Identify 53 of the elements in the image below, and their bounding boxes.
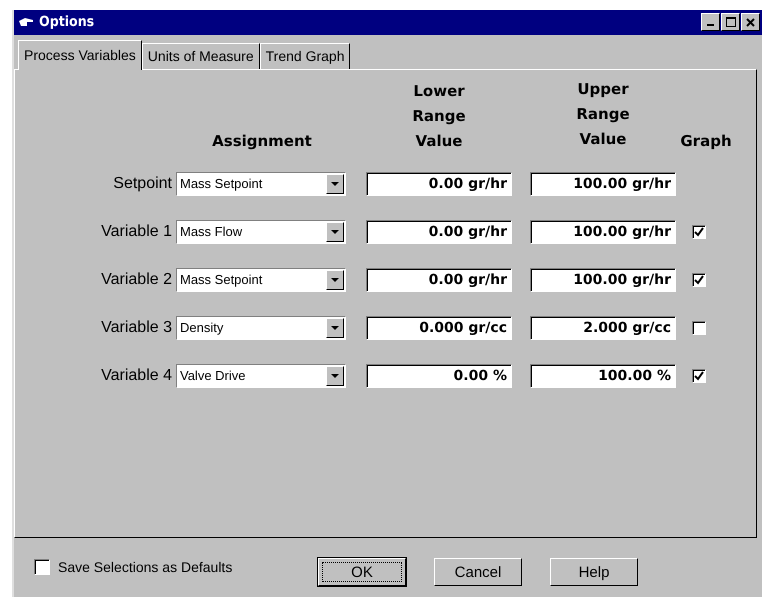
- assignment-dropdown[interactable]: Mass Setpoint: [176, 268, 346, 292]
- lower-range-field[interactable]: 0.00 %: [366, 364, 512, 388]
- minimize-button[interactable]: [701, 13, 720, 32]
- dropdown-button[interactable]: [326, 318, 344, 338]
- row-label: Variable 1: [100, 222, 173, 242]
- caret-icon: [331, 374, 339, 378]
- lower-range-field[interactable]: 0.00 gr/hr: [366, 268, 512, 292]
- close-button[interactable]: [741, 13, 760, 32]
- tab[interactable]: Units of Measure: [142, 42, 260, 69]
- lower-range-field[interactable]: 0.00 gr/hr: [366, 220, 512, 244]
- hand-pointer-icon: [18, 17, 34, 28]
- dialog-button[interactable]: OK: [318, 558, 406, 586]
- window-title: Options: [39, 14, 96, 30]
- dropdown-button[interactable]: [326, 270, 344, 290]
- tab[interactable]: Trend Graph: [260, 42, 350, 69]
- column-header: Assignment: [211, 130, 313, 152]
- maximize-icon: [726, 17, 736, 28]
- row-label: Variable 3: [100, 318, 173, 338]
- assignment-dropdown[interactable]: Mass Flow: [176, 220, 346, 244]
- upper-range-field[interactable]: 2.000 gr/cc: [530, 316, 676, 340]
- caret-icon: [331, 182, 339, 186]
- upper-range-field[interactable]: 100.00 gr/hr: [530, 172, 676, 196]
- caret-icon: [331, 230, 339, 234]
- row-label: Variable 2: [100, 270, 173, 290]
- upper-range-field[interactable]: 100.00 gr/hr: [530, 268, 676, 292]
- maximize-button[interactable]: [721, 13, 740, 32]
- caret-icon: [331, 326, 339, 330]
- dropdown-button[interactable]: [326, 366, 344, 386]
- graph-checkbox[interactable]: [692, 224, 706, 239]
- save-defaults-checkbox[interactable]: [34, 559, 50, 576]
- column-header: Upper Range Value: [575, 78, 631, 150]
- dialog-button[interactable]: Cancel: [434, 558, 522, 586]
- graph-checkbox[interactable]: [692, 320, 706, 335]
- lower-range-field[interactable]: 0.00 gr/hr: [366, 172, 512, 196]
- assignment-dropdown[interactable]: Mass Setpoint: [176, 172, 346, 196]
- lower-range-field[interactable]: 0.000 gr/cc: [366, 316, 512, 340]
- graph-checkbox[interactable]: [692, 272, 706, 287]
- column-header: Graph: [679, 130, 733, 152]
- close-icon: [746, 18, 755, 27]
- row-label: Variable 4: [100, 366, 173, 386]
- tab[interactable]: Process Variables: [18, 40, 142, 70]
- dialog-button[interactable]: Help: [550, 558, 638, 586]
- column-header: Lower Range Value: [411, 80, 467, 152]
- assignment-dropdown[interactable]: Density: [176, 316, 346, 340]
- dropdown-button[interactable]: [326, 222, 344, 242]
- checkbox-label: Save Selections as Defaults: [58, 559, 234, 576]
- upper-range-field[interactable]: 100.00 gr/hr: [530, 220, 676, 244]
- graph-checkbox[interactable]: [692, 368, 706, 383]
- upper-range-field[interactable]: 100.00 %: [530, 364, 676, 388]
- row-label: Setpoint: [112, 174, 173, 194]
- caret-icon: [331, 278, 339, 282]
- assignment-dropdown[interactable]: Valve Drive: [176, 364, 346, 388]
- dropdown-button[interactable]: [326, 174, 344, 194]
